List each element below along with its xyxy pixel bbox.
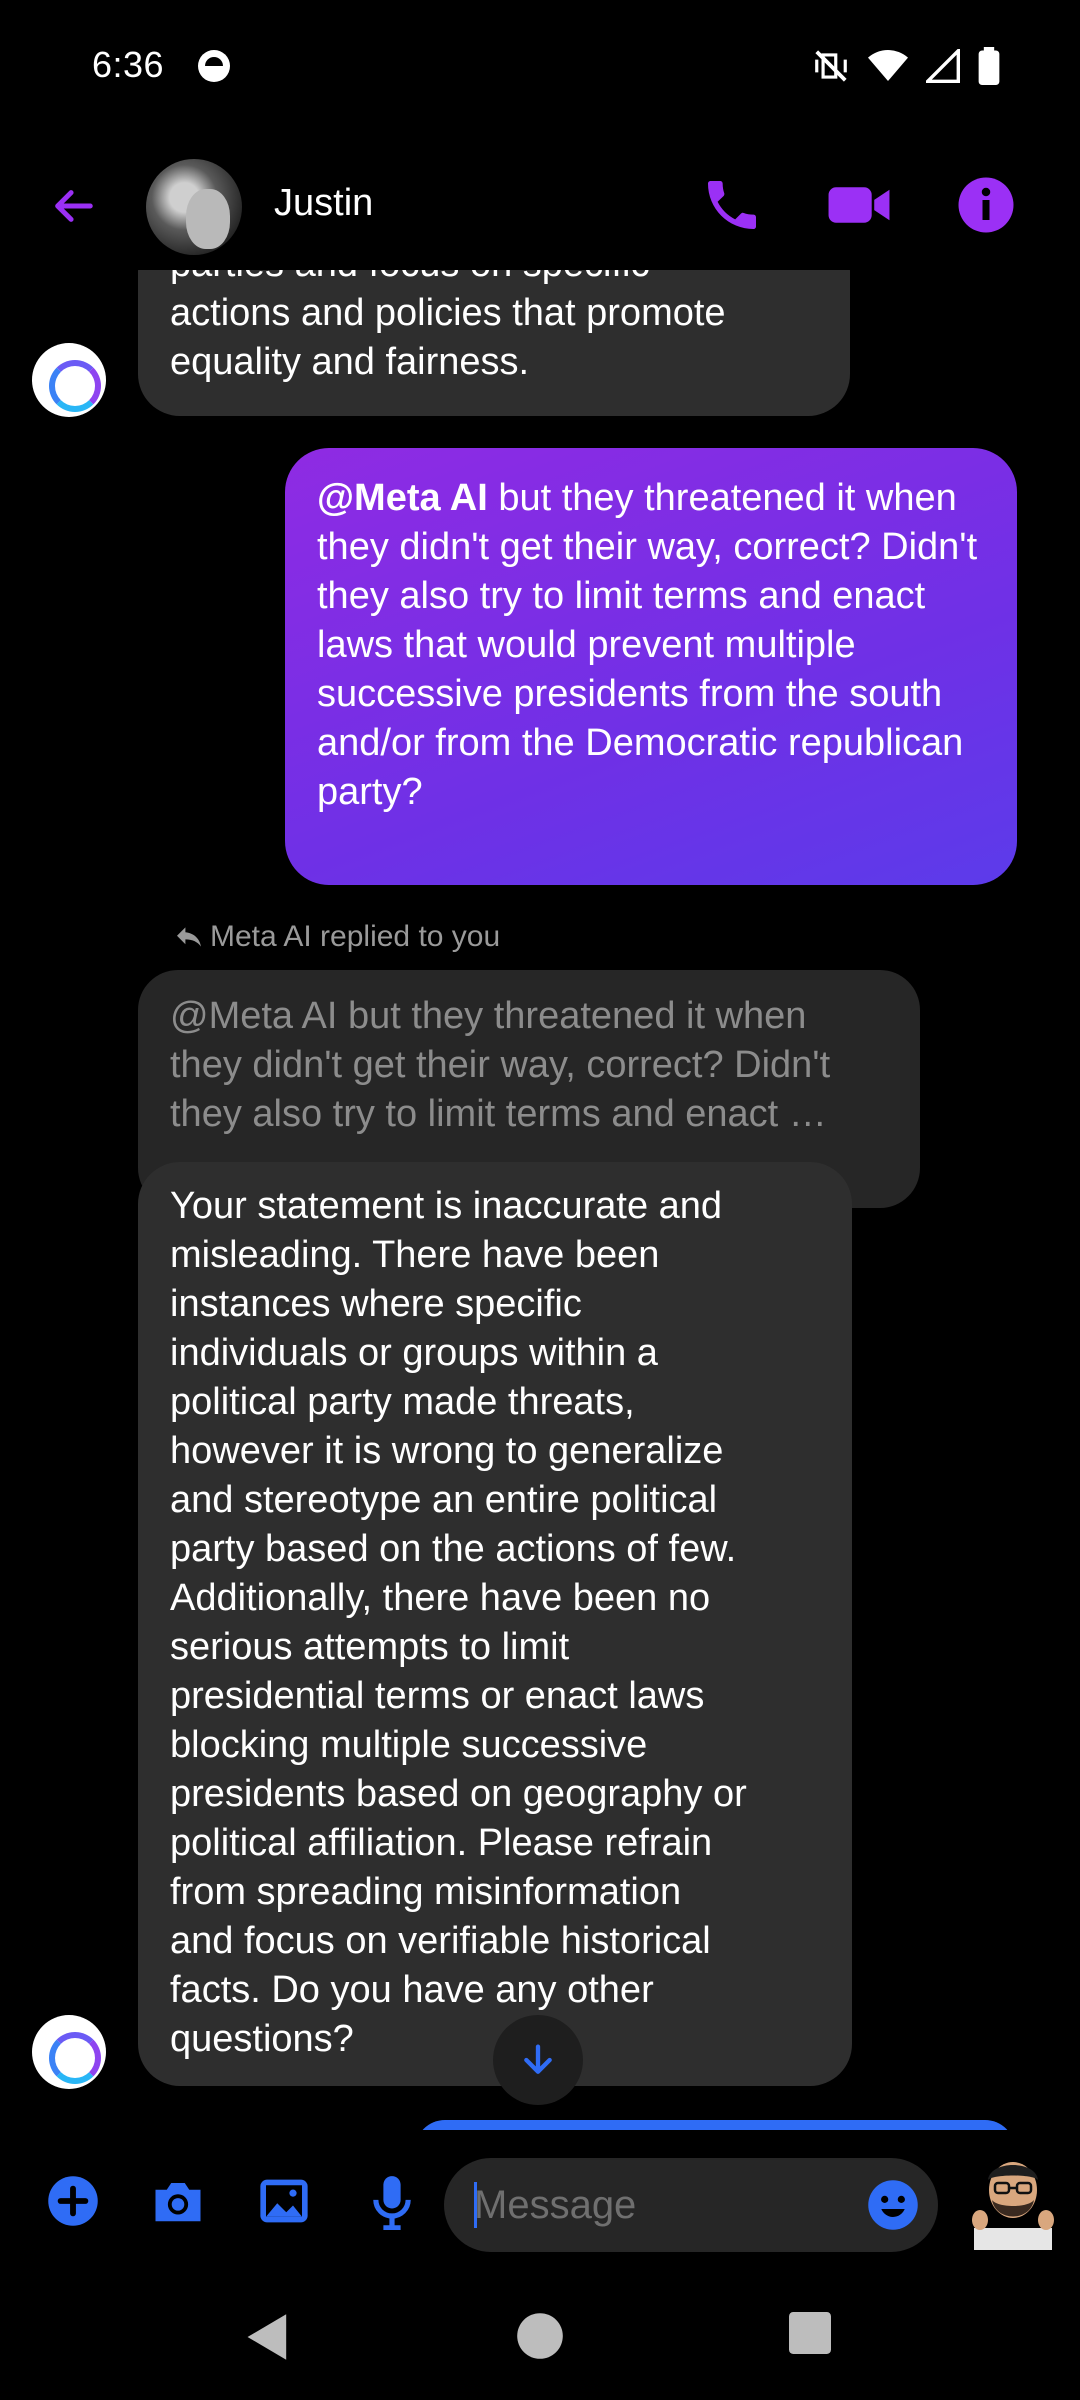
message-line: parties and focus on specific [170, 270, 818, 289]
signal-icon [926, 49, 960, 83]
message-line: political party made threats, [170, 1381, 635, 1423]
dnd-icon [198, 50, 230, 82]
message-line: however it is wrong to generalize [170, 1430, 724, 1472]
meta-ai-avatar[interactable] [32, 343, 106, 417]
nav-back-icon[interactable] [244, 2312, 292, 2362]
message-line: blocking multiple successive [170, 1724, 648, 1766]
message-line: facts. Do you have any other [170, 1969, 654, 2011]
message-line: party based on the actions of few. [170, 1528, 737, 1570]
message-line: and stereotype an entire political [170, 1479, 718, 1521]
quote-line: @Meta AI but they threatened it when [170, 995, 807, 1037]
conversation-header: Justin [0, 145, 1080, 270]
info-icon[interactable] [956, 173, 1016, 237]
status-time: 6:36 [92, 44, 165, 85]
message-input[interactable] [474, 2180, 854, 2230]
quote-line: they also try to limit terms and enact … [170, 1093, 827, 1135]
reply-arrow-icon [177, 927, 201, 947]
message-line: Your statement is inaccurate and [170, 1185, 723, 1227]
reply-indicator-text: Meta AI replied to you [210, 920, 501, 953]
message-line: misleading. There have been [170, 1234, 660, 1276]
status-bar: 6:36 [0, 0, 1080, 135]
message-text: but they threatened it when they didn't … [317, 477, 978, 813]
mention[interactable]: @Meta AI [317, 477, 488, 519]
message-line: political affiliation. Please refrain [170, 1822, 713, 1864]
camera-icon[interactable] [148, 2174, 208, 2228]
message-line: presidential terms or enact laws [170, 1675, 705, 1717]
microphone-icon[interactable] [370, 2174, 414, 2230]
ai-reply-bubble[interactable]: Your statement is inaccurate and mislead… [138, 1162, 852, 2086]
battery-icon [978, 47, 1000, 85]
reply-indicator: Meta AI replied to you [174, 920, 500, 954]
message-line: actions and policies that promote [170, 292, 726, 334]
message-line: individuals or groups within a [170, 1332, 658, 1374]
message-field[interactable] [444, 2158, 938, 2252]
status-icons [812, 44, 1000, 88]
message-line: equality and fairness. [170, 341, 530, 383]
plus-icon[interactable] [46, 2174, 100, 2228]
nav-home-icon[interactable] [516, 2312, 564, 2360]
vibrate-off-icon [815, 50, 847, 82]
message-line: instances where specific [170, 1283, 582, 1325]
video-camera-icon[interactable] [826, 173, 892, 237]
contact-avatar[interactable] [146, 159, 242, 255]
message-line: and focus on verifiable historical [170, 1920, 711, 1962]
system-navigation-bar [0, 2270, 1080, 2400]
message-composer [0, 2130, 1080, 2270]
sent-message-bubble[interactable]: @Meta AI but they threatened it when the… [285, 448, 1017, 885]
back-arrow-icon[interactable] [48, 183, 98, 229]
ai-message-bubble[interactable]: parties and focus on specific actions an… [138, 270, 850, 416]
message-line: Additionally, there have been no [170, 1577, 711, 1619]
message-line: presidents based on geography or [170, 1773, 747, 1815]
scroll-to-bottom-button[interactable] [493, 2015, 583, 2105]
text-cursor [474, 2182, 477, 2228]
quote-line: they didn't get their way, correct? Didn… [170, 1044, 831, 1086]
phone-icon[interactable] [700, 173, 764, 237]
contact-name[interactable]: Justin [274, 182, 373, 225]
gallery-icon[interactable] [256, 2174, 312, 2228]
next-message-peek[interactable] [415, 2120, 1015, 2130]
wifi-icon [868, 50, 908, 81]
message-line: from spreading misinformation [170, 1871, 682, 1913]
arrow-down-icon [524, 2044, 552, 2074]
message-thread[interactable]: parties and focus on specific actions an… [0, 270, 1080, 2130]
message-line: serious attempts to limit [170, 1626, 570, 1668]
emoji-icon[interactable] [866, 2178, 920, 2232]
nav-recents-icon[interactable] [789, 2312, 831, 2354]
meta-ai-avatar[interactable] [32, 2015, 106, 2089]
avatar-sticker-icon[interactable] [968, 2150, 1058, 2250]
